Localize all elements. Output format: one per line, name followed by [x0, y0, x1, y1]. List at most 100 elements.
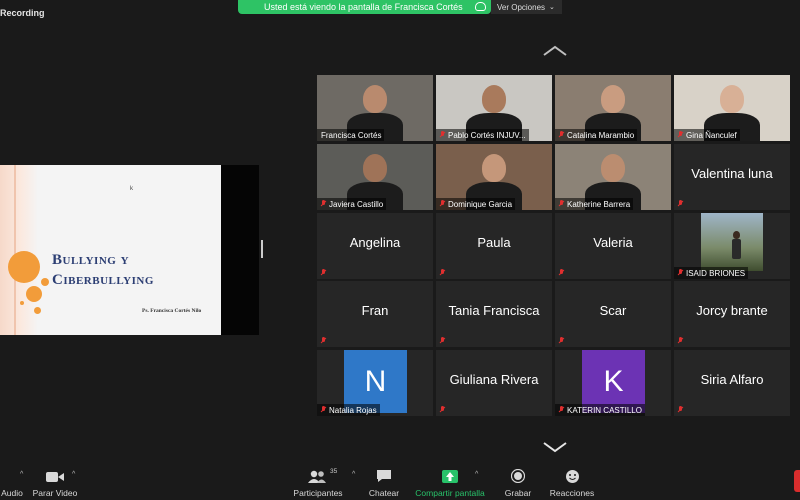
audio-options-caret[interactable]: ^ [20, 471, 23, 478]
participant-tile[interactable]: Valeria [555, 213, 671, 279]
slide-title: Bullying y Ciberbullying [52, 250, 154, 290]
participant-tile[interactable]: Dominique Garcia [436, 144, 552, 210]
participant-tile[interactable]: Catalina Marambio [555, 75, 671, 141]
participant-name-center: Giuliana Rivera [449, 372, 539, 387]
chevron-down-icon: ⌄ [549, 4, 555, 11]
participants-options-caret[interactable]: ^ [352, 471, 355, 478]
slide-circle [20, 301, 24, 305]
participant-label: Katherine Barrera [555, 198, 634, 210]
participant-tile[interactable]: Jorcy brante [674, 281, 790, 347]
participant-name-center: Valeria [593, 235, 633, 250]
video-options-caret[interactable]: ^ [72, 471, 75, 478]
person-head [363, 85, 387, 113]
video-camera-icon [46, 468, 64, 486]
share-screen-button[interactable]: Compartir pantalla [413, 463, 487, 500]
record-button[interactable]: Grabar [500, 463, 536, 500]
person-head [601, 85, 625, 113]
participant-tile[interactable]: Paula [436, 213, 552, 279]
participant-label: Gina Ñanculef [674, 129, 740, 141]
participant-tile[interactable]: Angelina [317, 213, 433, 279]
screen-share-banner: Usted está viendo la pantalla de Francis… [238, 0, 491, 14]
smiley-icon [565, 468, 580, 486]
slide-decoration-line [14, 165, 16, 335]
muted-mic-icon [440, 337, 445, 345]
reactions-label: Reacciones [549, 488, 595, 498]
participant-name: Catalina Marambio [567, 130, 635, 140]
record-label: Grabar [504, 488, 532, 498]
participant-tile[interactable]: Scar [555, 281, 671, 347]
slide-circle [41, 278, 49, 286]
muted-mic-icon [678, 337, 683, 345]
participant-label [674, 198, 689, 210]
slide-title-line1: Bullying y [52, 252, 130, 268]
participant-tile[interactable]: Gina Ñanculef [674, 75, 790, 141]
person-head [601, 154, 625, 182]
participant-label: Dominique Garcia [436, 198, 516, 210]
participant-name: Dominique Garcia [448, 199, 513, 209]
slide-title-line2: Ciberbullying [52, 272, 154, 288]
participant-label [674, 404, 689, 416]
muted-mic-icon [678, 131, 683, 139]
participant-tile[interactable]: Giuliana Rivera [436, 350, 552, 416]
person-head [482, 85, 506, 113]
muted-mic-icon [678, 406, 683, 414]
participant-tile[interactable]: Fran [317, 281, 433, 347]
participant-tile[interactable]: Pablo Cortés INJUV... [436, 75, 552, 141]
participant-label [555, 335, 570, 347]
chevron-up-icon [543, 45, 567, 56]
participant-label [436, 267, 451, 279]
participant-tile[interactable]: N Natalia Rojas [317, 350, 433, 416]
participant-video [701, 213, 763, 271]
participant-tile[interactable]: K KATERIN CASTILLO [555, 350, 671, 416]
muted-mic-icon [559, 337, 564, 345]
split-view-handle[interactable] [261, 240, 263, 258]
participants-button[interactable]: 35 Participantes [290, 463, 346, 500]
audio-label: Audio [1, 488, 23, 498]
participant-name-center: Fran [361, 303, 389, 318]
page-down-arrow[interactable] [542, 440, 568, 454]
participant-label [436, 335, 451, 347]
view-options-button[interactable]: Ver Opciones ⌄ [491, 0, 562, 14]
participant-tile[interactable]: Katherine Barrera [555, 144, 671, 210]
participant-label [436, 404, 451, 416]
muted-mic-icon [440, 406, 445, 414]
participant-tile[interactable]: Tania Francisca [436, 281, 552, 347]
record-icon [510, 468, 526, 486]
participant-label: ISAID BRIONES [674, 267, 749, 279]
participant-tile[interactable]: Siria Alfaro [674, 350, 790, 416]
muted-mic-icon [678, 269, 683, 277]
slide-circle [26, 286, 42, 302]
muted-mic-icon [559, 269, 564, 277]
chat-button[interactable]: Chatear [366, 463, 402, 500]
page-up-arrow[interactable] [542, 44, 568, 58]
cloud-icon [475, 2, 486, 11]
muted-mic-icon [678, 200, 683, 208]
slide-circle [8, 251, 40, 283]
audio-button[interactable]: Audio [0, 463, 30, 500]
meeting-toolbar: Audio ^ Parar Video ^ 35 Participantes ^… [0, 463, 800, 500]
participant-tile[interactable]: ISAID BRIONES [674, 213, 790, 279]
participant-name: Francisca Cortés [321, 130, 382, 140]
participant-name: Natalia Rojas [329, 405, 377, 415]
view-options-label: Ver Opciones [497, 2, 546, 12]
participant-tile[interactable]: Francisca Cortés [317, 75, 433, 141]
reactions-button[interactable]: Reacciones [548, 463, 596, 500]
participant-name-center: Valentina luna [691, 166, 773, 181]
participants-icon: 35 [308, 468, 337, 486]
stop-video-button[interactable]: Parar Video [30, 463, 80, 500]
share-options-caret[interactable]: ^ [475, 471, 478, 478]
participant-name-center: Scar [599, 303, 627, 318]
muted-mic-icon [440, 200, 445, 208]
participant-name: ISAID BRIONES [686, 268, 746, 278]
participant-tile[interactable]: Valentina luna [674, 144, 790, 210]
slide-decoration [0, 165, 38, 335]
end-meeting-button[interactable] [794, 470, 800, 492]
participant-label: Francisca Cortés [317, 129, 385, 141]
participant-label [317, 267, 332, 279]
person-body [732, 239, 741, 259]
participant-label: Catalina Marambio [555, 129, 638, 141]
slide-circle [34, 307, 41, 314]
participant-tile[interactable]: Javiera Castillo [317, 144, 433, 210]
muted-mic-icon [559, 200, 564, 208]
presentation-slide: Bullying y Ciberbullying Ps. Francisca C… [0, 165, 221, 335]
